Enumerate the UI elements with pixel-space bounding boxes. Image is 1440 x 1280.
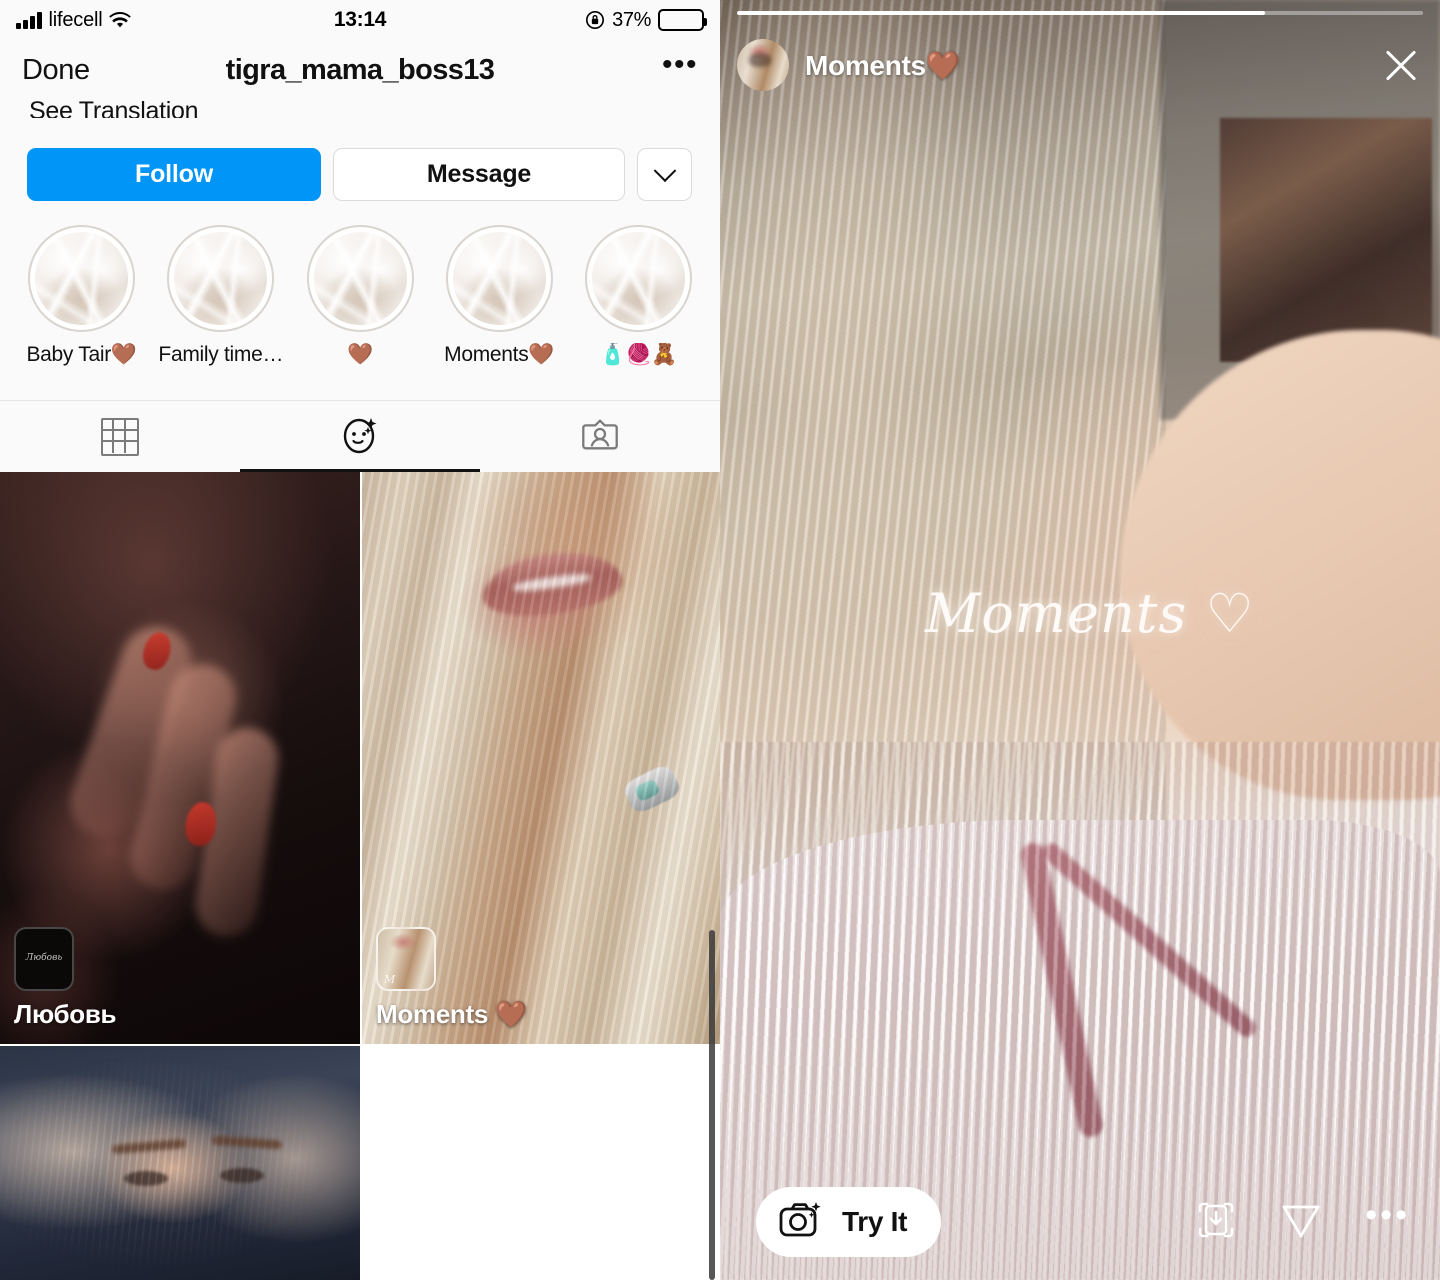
tagged-person-icon: [579, 413, 621, 460]
cell-caption: Moments 🤎: [376, 999, 528, 1029]
story-header: Moments🤎: [737, 36, 1423, 94]
profile-pane: lifecell 13:14 37% Done tigra_mama_boss1…: [0, 0, 720, 1280]
effect-thumbnail: [14, 927, 74, 991]
more-options-icon[interactable]: •••: [662, 50, 698, 81]
story-actions: •••: [1195, 1198, 1410, 1247]
see-translation-link[interactable]: See Translation: [29, 96, 198, 118]
highlight-item[interactable]: 🧴🧶🧸: [569, 225, 708, 390]
status-bar: lifecell 13:14 37%: [0, 0, 720, 40]
battery-icon: [658, 9, 707, 31]
cell-artwork: [0, 1046, 360, 1280]
done-button[interactable]: Done: [22, 54, 90, 87]
grid-cell[interactable]: [0, 1046, 360, 1280]
story-footer: Try It •••: [756, 1186, 1410, 1258]
highlight-label: Baby Tair🤎: [26, 343, 137, 366]
effect-thumbnail: [376, 927, 436, 991]
status-bar-left: lifecell: [16, 8, 132, 32]
save-download-icon[interactable]: [1195, 1199, 1237, 1246]
highlight-label: Family time…: [158, 343, 284, 366]
highlight-cover: [584, 225, 692, 332]
status-bar-right: 37%: [585, 8, 707, 32]
highlight-cover: [28, 225, 136, 332]
follow-button[interactable]: Follow: [27, 148, 321, 201]
page-title: tigra_mama_boss13: [225, 53, 495, 86]
avatar[interactable]: [737, 39, 789, 91]
carrier-label: lifecell: [48, 8, 103, 31]
story-title: Moments🤎: [805, 49, 961, 81]
message-button[interactable]: Message: [333, 148, 625, 201]
camera-sparkle-icon: [778, 1200, 824, 1245]
highlight-label: Moments🤎: [444, 343, 555, 366]
more-actions-dropdown-button[interactable]: [637, 148, 692, 201]
battery-percent-label: 37%: [612, 8, 651, 31]
more-options-icon[interactable]: •••: [1365, 1198, 1410, 1235]
try-it-button[interactable]: Try It: [756, 1187, 942, 1257]
send-paper-plane-icon[interactable]: [1279, 1198, 1323, 1247]
profile-tab-bar: [0, 400, 720, 472]
face-sparkle-icon: [338, 412, 382, 461]
highlight-cover: [167, 225, 275, 332]
highlight-label: 🧴🧶🧸: [599, 343, 678, 366]
story-highlights-row: Baby Tair🤎 Family time… 🤎 Moments🤎 🧴🧶🧸: [0, 225, 720, 390]
highlight-cover: [306, 225, 414, 332]
cell-footer: Любовь: [14, 927, 346, 1030]
grid-icon: [101, 417, 139, 456]
tab-tagged[interactable]: [480, 401, 720, 472]
cellular-bars-icon: [16, 11, 42, 29]
app-screen: lifecell 13:14 37% Done tigra_mama_boss1…: [0, 0, 1440, 1280]
rotation-lock-icon: [585, 10, 605, 30]
highlight-item[interactable]: Baby Tair🤎: [12, 225, 151, 390]
story-viewer-pane[interactable]: Moments ♡ Moments🤎 Try It •••: [720, 0, 1440, 1280]
story-progress-bar: [737, 11, 1423, 15]
highlight-cover: [445, 225, 553, 332]
grid-cell[interactable]: Moments ♡ Moments 🤎: [362, 472, 720, 1044]
effects-grid: Любовь ♡ Любовь Moments ♡ Moments 🤎: [0, 472, 720, 1280]
profile-action-row: Follow Message: [0, 148, 720, 201]
grid-cell[interactable]: Любовь ♡ Любовь: [0, 472, 360, 1044]
tab-effects[interactable]: [240, 401, 480, 472]
close-icon[interactable]: [1379, 43, 1423, 87]
story-progress-fill: [737, 11, 1266, 15]
highlight-item[interactable]: Moments🤎: [430, 225, 569, 390]
wifi-icon: [109, 11, 132, 29]
grid-cell-empty: [362, 1046, 720, 1280]
chevron-down-icon: [653, 158, 676, 182]
highlight-label: 🤎: [347, 343, 373, 366]
scrollbar[interactable]: [709, 930, 715, 1280]
story-watermark: Moments ♡: [925, 582, 1255, 645]
highlight-item[interactable]: Family time…: [151, 225, 290, 390]
highlight-item[interactable]: 🤎: [290, 225, 429, 390]
try-it-label: Try It: [842, 1206, 908, 1237]
navigation-bar: Done tigra_mama_boss13 •••: [0, 40, 720, 100]
cell-caption: Любовь: [14, 999, 117, 1029]
tab-grid[interactable]: [0, 401, 240, 472]
cell-footer: Moments 🤎: [376, 927, 708, 1030]
